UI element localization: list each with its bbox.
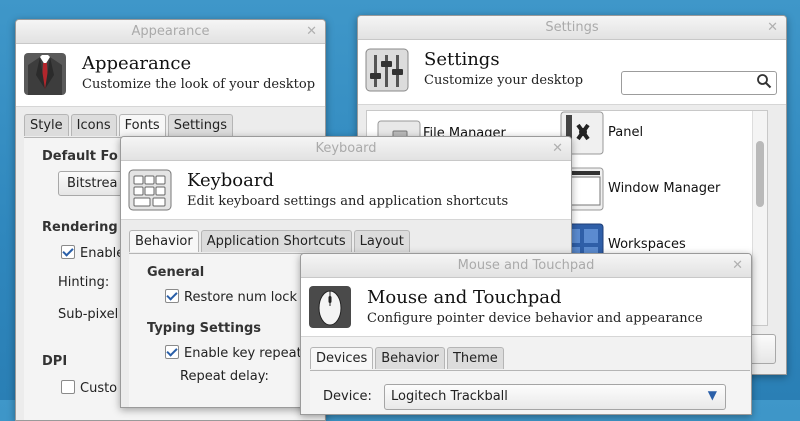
mouse-tabs: Devices Behavior Theme bbox=[310, 347, 504, 369]
general-heading: General bbox=[147, 265, 205, 280]
device-select-value: Logitech Trackball bbox=[391, 389, 508, 404]
enable-label: Enable bbox=[80, 246, 125, 261]
repeat-delay-label: Repeat delay: bbox=[180, 369, 269, 384]
suit-icon bbox=[22, 51, 68, 97]
tab-theme[interactable]: Theme bbox=[446, 347, 504, 369]
enable-antialias-checkbox[interactable]: Enable bbox=[61, 245, 124, 261]
sliders-icon bbox=[364, 47, 410, 93]
keyboard-titlebar[interactable]: Keyboard ✕ bbox=[121, 137, 571, 161]
settings-item-label: Window Manager bbox=[608, 181, 721, 196]
search-input[interactable] bbox=[621, 71, 777, 95]
settings-subtitle: Customize your desktop bbox=[424, 73, 584, 88]
appearance-header: Appearance Customize the look of your de… bbox=[16, 44, 325, 107]
default-font-heading: Default Fo bbox=[42, 149, 118, 164]
mouse-titlebar[interactable]: Mouse and Touchpad ✕ bbox=[301, 254, 751, 278]
custom-dpi-checkbox[interactable]: Custo bbox=[61, 380, 117, 396]
tab-application-shortcuts[interactable]: Application Shortcuts bbox=[200, 230, 352, 252]
close-icon[interactable]: ✕ bbox=[767, 16, 778, 39]
tab-icons[interactable]: Icons bbox=[70, 114, 117, 136]
tab-settings[interactable]: Settings bbox=[167, 114, 234, 136]
settings-item[interactable]: Panel bbox=[560, 111, 760, 155]
tab-devices[interactable]: Devices bbox=[310, 347, 374, 369]
settings-item[interactable]: Window Manager bbox=[560, 167, 760, 211]
close-icon[interactable]: ✕ bbox=[306, 20, 317, 43]
settings-window-title: Settings bbox=[545, 20, 599, 35]
scrollbar-thumb[interactable] bbox=[756, 141, 764, 207]
rendering-heading: Rendering bbox=[42, 220, 118, 235]
hinting-label: Hinting: bbox=[58, 275, 110, 290]
appearance-subtitle: Customize the look of your desktop bbox=[82, 77, 316, 92]
keyboard-tabs: Behavior Application Shortcuts Layout bbox=[129, 230, 410, 252]
font-select-label: Bitstrea bbox=[67, 176, 118, 191]
device-label: Device: bbox=[323, 389, 372, 404]
tab-style[interactable]: Style bbox=[24, 114, 69, 136]
enable-key-repeat-checkbox[interactable]: Enable key repeat bbox=[165, 345, 302, 361]
tab-layout[interactable]: Layout bbox=[353, 230, 410, 252]
mouse-icon bbox=[307, 284, 353, 330]
tab-behavior[interactable]: Behavior bbox=[375, 347, 445, 369]
dpi-heading: DPI bbox=[42, 354, 68, 369]
tab-fonts[interactable]: Fonts bbox=[118, 114, 166, 136]
mouse-header: Mouse and Touchpad Configure pointer dev… bbox=[301, 278, 751, 337]
tab-behavior[interactable]: Behavior bbox=[129, 230, 199, 252]
settings-item-label: Panel bbox=[608, 125, 644, 140]
custom-label: Custo bbox=[80, 381, 118, 396]
checkbox-checked-icon[interactable] bbox=[61, 245, 75, 259]
appearance-tabs: Style Icons Fonts Settings bbox=[24, 114, 234, 136]
settings-item-label: Workspaces bbox=[608, 237, 686, 252]
subpixel-label: Sub-pixel bbox=[58, 307, 119, 322]
restore-num-lock-checkbox[interactable]: Restore num lock s bbox=[165, 289, 308, 305]
device-select[interactable]: Logitech Trackball ▼ bbox=[384, 384, 726, 410]
checkbox-checked-icon[interactable] bbox=[165, 289, 179, 303]
settings-titlebar[interactable]: Settings ✕ bbox=[358, 16, 786, 40]
restore-label: Restore num lock s bbox=[184, 290, 308, 305]
typing-settings-heading: Typing Settings bbox=[147, 321, 262, 336]
search-icon[interactable] bbox=[756, 73, 772, 93]
checkbox-checked-icon[interactable] bbox=[165, 345, 179, 359]
appearance-window-title: Appearance bbox=[131, 24, 210, 39]
keyboard-icon bbox=[127, 167, 173, 213]
appearance-title: Appearance bbox=[82, 53, 192, 74]
keyboard-window-title: Keyboard bbox=[315, 141, 377, 156]
key-repeat-label: Enable key repeat bbox=[184, 346, 302, 361]
close-icon[interactable]: ✕ bbox=[552, 137, 563, 160]
close-icon[interactable]: ✕ bbox=[732, 254, 743, 277]
checkbox-unchecked-icon[interactable] bbox=[61, 380, 75, 394]
keyboard-header: Keyboard Edit keyboard settings and appl… bbox=[121, 161, 571, 220]
keyboard-subtitle: Edit keyboard settings and application s… bbox=[187, 194, 509, 209]
mouse-window: Mouse and Touchpad ✕ Mouse and Touchpad … bbox=[300, 253, 752, 415]
scrollbar[interactable] bbox=[752, 111, 767, 325]
mouse-title: Mouse and Touchpad bbox=[367, 287, 562, 308]
mouse-window-title: Mouse and Touchpad bbox=[457, 258, 595, 273]
keyboard-title: Keyboard bbox=[187, 170, 275, 191]
settings-title: Settings bbox=[424, 49, 500, 70]
mouse-subtitle: Configure pointer device behavior and ap… bbox=[367, 311, 703, 326]
appearance-titlebar[interactable]: Appearance ✕ bbox=[16, 20, 325, 44]
settings-header: Settings Customize your desktop bbox=[358, 40, 786, 105]
